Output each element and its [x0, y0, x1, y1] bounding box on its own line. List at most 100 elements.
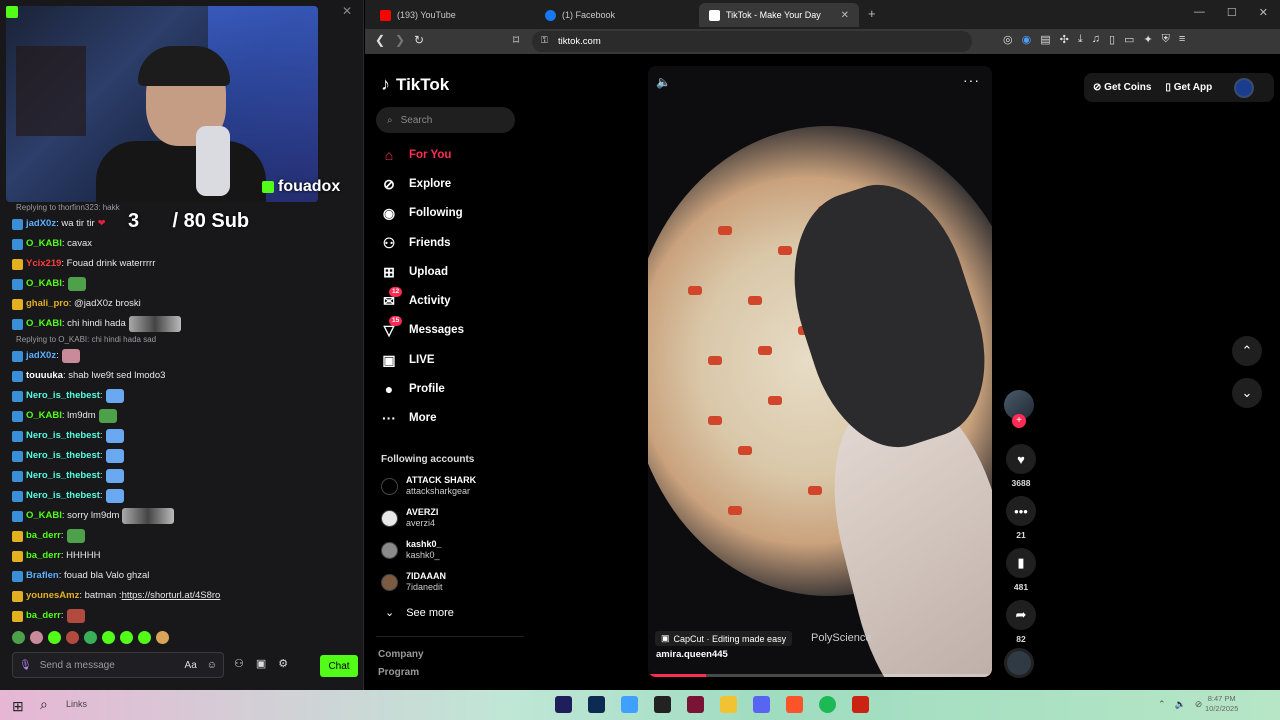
vpn-icon[interactable]: ⛨: [1162, 33, 1170, 46]
get-app-button[interactable]: ▯ Get App: [1165, 82, 1212, 93]
chat-username[interactable]: jadX0z: [26, 214, 56, 234]
store-icon[interactable]: ▣: [256, 657, 266, 670]
chat-username[interactable]: O_KABI: [26, 406, 62, 426]
bookmark-icon[interactable]: ⌑: [513, 33, 519, 47]
capcut-tag[interactable]: ▣ CapCut · Editing made easy: [655, 631, 793, 646]
nav-item-profile[interactable]: ● Profile: [381, 378, 445, 400]
chat-username[interactable]: O_KABI: [26, 506, 62, 526]
chat-username[interactable]: ba_derr: [26, 526, 61, 546]
network-icon[interactable]: ⊘: [1195, 699, 1203, 710]
links-toolbar[interactable]: Links: [66, 699, 87, 709]
wallet-icon[interactable]: ▭: [1124, 33, 1134, 46]
save-button[interactable]: ▮ 481: [1003, 548, 1039, 592]
nav-item-for-you[interactable]: ⌂ For You: [381, 144, 452, 166]
nav-item-more[interactable]: ··· More: [381, 407, 436, 429]
media-icon[interactable]: ♫: [1092, 33, 1100, 46]
chat-username[interactable]: touuuka: [26, 366, 63, 386]
download-icon[interactable]: ⤓: [1078, 33, 1083, 46]
app-icon[interactable]: [687, 696, 704, 713]
chat-username[interactable]: ba_derr: [26, 606, 61, 626]
chat-username[interactable]: younesAmz: [26, 586, 79, 606]
emote-icon[interactable]: [102, 631, 115, 644]
nav-item-following[interactable]: ◉ Following: [381, 202, 463, 224]
nav-item-activity[interactable]: ✉ 12 Activity: [381, 286, 451, 312]
emote-icon[interactable]: [30, 631, 43, 644]
chat-username[interactable]: O_KABI: [26, 234, 62, 254]
tray-chevron-icon[interactable]: ⌃: [1158, 699, 1166, 710]
tab-tiktok[interactable]: TikTok - Make Your Day ✕: [699, 3, 859, 27]
chat-username[interactable]: Braflen: [26, 566, 59, 586]
follow-icon[interactable]: +: [1012, 414, 1026, 428]
photoshop-icon[interactable]: [588, 696, 605, 713]
volume-icon[interactable]: 🔈: [1175, 699, 1186, 710]
points-icon[interactable]: ⚇: [234, 657, 244, 670]
next-video-button[interactable]: ⌄: [1232, 378, 1262, 408]
windows-start-icon[interactable]: ⊞: [12, 698, 24, 715]
emote-icon[interactable]: [12, 631, 25, 644]
tab-facebook[interactable]: (1) Facebook: [535, 3, 700, 27]
see-more-button[interactable]: ⌄ See more: [385, 606, 454, 620]
reload-icon[interactable]: ↻: [414, 33, 424, 47]
chat-link[interactable]: https://shorturl.at/4S8ro: [122, 586, 221, 606]
footer-link-company[interactable]: Company: [378, 649, 424, 660]
search-icon[interactable]: ⌕: [40, 696, 48, 713]
footer-link-program[interactable]: Program: [378, 667, 419, 678]
chat-username[interactable]: Nero_is_thebest: [26, 426, 100, 446]
tab-youtube[interactable]: (193) YouTube: [370, 3, 535, 27]
forward-icon[interactable]: ❯: [395, 33, 405, 47]
extension-icon[interactable]: ▤: [1040, 33, 1050, 46]
following-account[interactable]: kashk0_ kashk0_: [381, 535, 442, 565]
chat-username[interactable]: Nero_is_thebest: [26, 386, 100, 406]
extension-icon[interactable]: ◎: [1003, 33, 1013, 46]
spotify-icon[interactable]: [819, 696, 836, 713]
comment-button[interactable]: ••• 21: [1003, 496, 1039, 540]
chat-username[interactable]: Ycix219: [26, 254, 61, 274]
share-button[interactable]: ➦ 82: [1003, 600, 1039, 644]
chat-username[interactable]: ba_derr: [26, 546, 61, 566]
file-explorer-icon[interactable]: [720, 696, 737, 713]
following-account[interactable]: ATTACK SHARK attacksharkgear: [381, 471, 476, 501]
emote-icon[interactable]: [48, 631, 61, 644]
chat-username[interactable]: O_KABI: [26, 314, 62, 334]
chat-username[interactable]: O_KABI: [26, 274, 62, 294]
obs-icon[interactable]: [654, 696, 671, 713]
nav-item-explore[interactable]: ⊘ Explore: [381, 173, 451, 195]
chat-username[interactable]: Nero_is_thebest: [26, 486, 100, 506]
more-options-icon[interactable]: ···: [963, 72, 980, 88]
premiere-icon[interactable]: [555, 696, 572, 713]
user-avatar[interactable]: [1234, 77, 1255, 98]
clock[interactable]: 8:47 PM 10/2/2025: [1205, 694, 1238, 714]
sound-avatar[interactable]: [1004, 648, 1034, 678]
volume-icon[interactable]: 🔈: [656, 75, 671, 89]
emote-icon[interactable]: [138, 631, 151, 644]
previous-video-button[interactable]: ⌃: [1232, 336, 1262, 366]
like-button[interactable]: ♥ 3688: [1003, 444, 1039, 488]
get-coins-button[interactable]: ⊘ Get Coins: [1093, 82, 1151, 93]
chat-username[interactable]: jadX0z: [26, 346, 56, 366]
leo-icon[interactable]: ✦: [1143, 33, 1152, 46]
brave-icon[interactable]: [786, 696, 803, 713]
maximize-icon[interactable]: ☐: [1227, 6, 1237, 19]
close-tab-icon[interactable]: ✕: [841, 10, 849, 21]
video-author[interactable]: amira.queen445: [656, 649, 728, 660]
sidebar-icon[interactable]: ▯: [1109, 33, 1115, 46]
nav-item-friends[interactable]: ⚇ Friends: [381, 232, 451, 254]
emoji-icon[interactable]: ☺: [207, 660, 217, 671]
emote-bar[interactable]: [12, 631, 169, 644]
emote-icon[interactable]: [120, 631, 133, 644]
back-icon[interactable]: ❮: [375, 33, 385, 47]
following-account[interactable]: 7IDAAAN 7idanedit: [381, 567, 446, 597]
new-tab-icon[interactable]: +: [868, 6, 876, 21]
settings-icon[interactable]: ⚙: [278, 657, 288, 670]
close-window-icon[interactable]: ✕: [1259, 6, 1268, 19]
video-progress[interactable]: [648, 674, 992, 677]
chat-username[interactable]: Nero_is_thebest: [26, 446, 100, 466]
nav-item-upload[interactable]: ⊞ Upload: [381, 261, 448, 283]
video-player[interactable]: 🔈 ··· PolyScience ▣ CapCut · Editing mad…: [648, 66, 992, 677]
app-icon[interactable]: [852, 696, 869, 713]
address-bar[interactable]: ⚿ tiktok.com: [532, 31, 972, 52]
site-info-icon[interactable]: ⚿: [541, 35, 548, 46]
minimize-icon[interactable]: —: [1194, 6, 1205, 19]
chat-input[interactable]: 🎙 Send a message Aa ☺: [12, 652, 224, 678]
format-icon[interactable]: Aa: [185, 660, 197, 671]
